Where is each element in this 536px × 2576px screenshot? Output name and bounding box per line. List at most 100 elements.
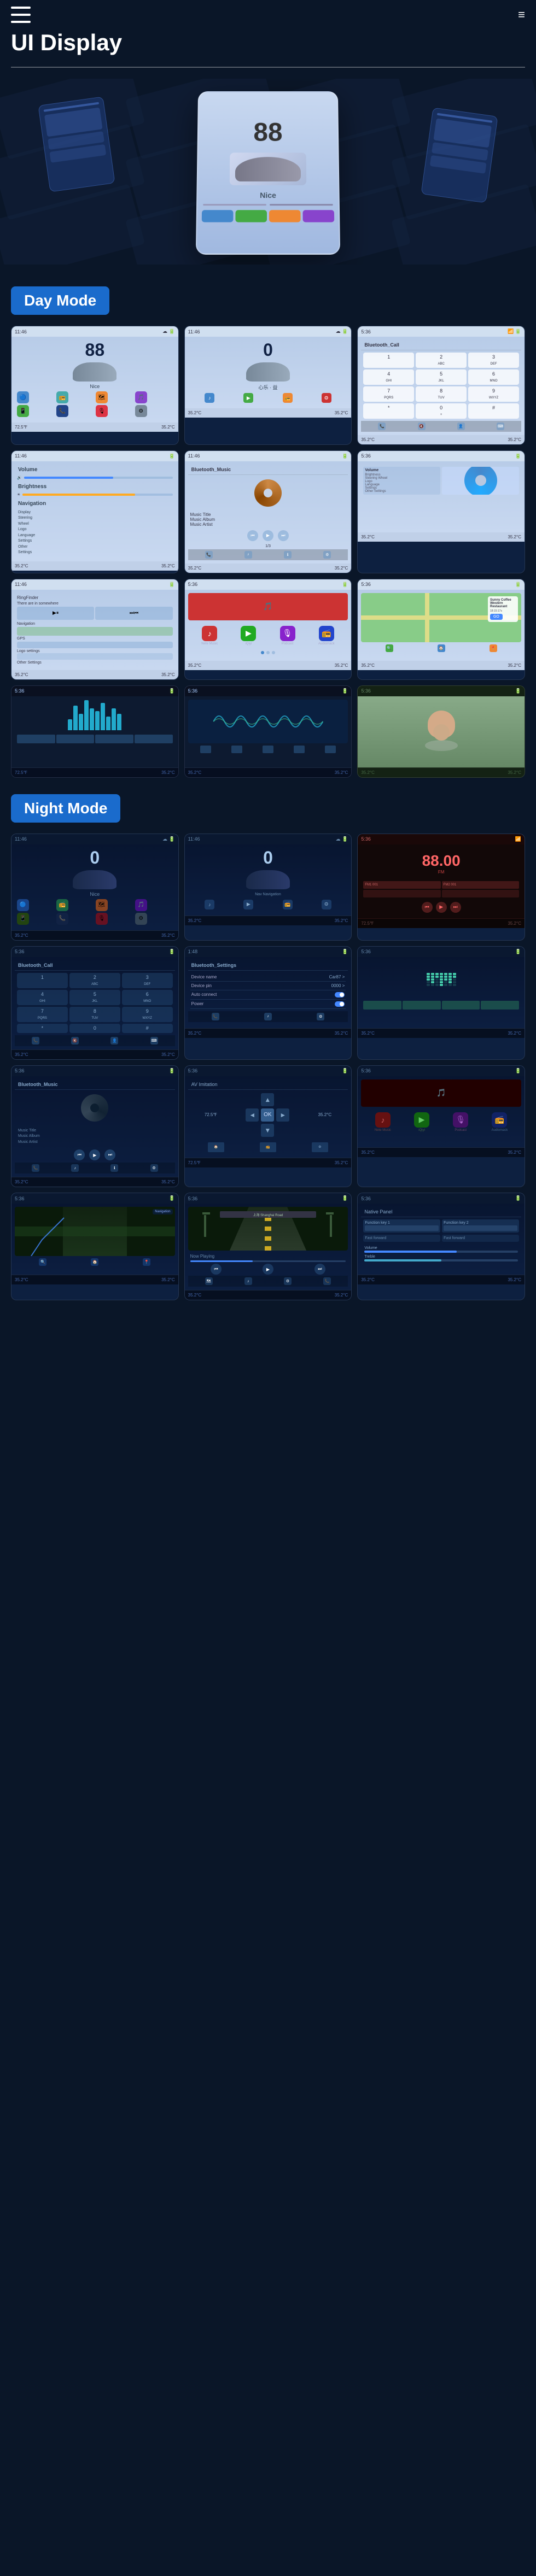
- key-3[interactable]: 3DEF: [468, 353, 519, 368]
- key-9[interactable]: 9WXYZ: [468, 386, 519, 402]
- key-5[interactable]: 5JKL: [416, 369, 467, 385]
- mute-icon[interactable]: 🔇: [71, 1037, 79, 1045]
- route-icon[interactable]: 📍: [143, 1258, 150, 1266]
- brightness-track[interactable]: [22, 494, 172, 496]
- key-4[interactable]: 4GHI: [17, 990, 68, 1005]
- key-star[interactable]: *: [363, 403, 414, 419]
- key-2[interactable]: 2ABC: [69, 973, 120, 988]
- app-icon[interactable]: 📻: [56, 899, 68, 911]
- app-icon[interactable]: 🎵: [135, 391, 147, 403]
- app-icon[interactable]: 🗺: [96, 899, 108, 911]
- app-icon[interactable]: 📱: [17, 913, 29, 925]
- info-icon[interactable]: ℹ: [284, 551, 292, 559]
- auto-connect-toggle[interactable]: [335, 992, 345, 997]
- settings-icon[interactable]: ⚙: [317, 1013, 324, 1020]
- phone-icon[interactable]: 📞: [205, 551, 213, 559]
- waveform-display: [188, 700, 348, 743]
- key-2[interactable]: 2ABC: [416, 353, 467, 368]
- key-8[interactable]: 8TUV: [69, 1007, 120, 1022]
- key-9[interactable]: 9WXYZ: [122, 1007, 173, 1022]
- next-btn[interactable]: ⏭: [314, 1264, 325, 1275]
- key-0[interactable]: 0: [69, 1024, 120, 1033]
- mute-icon[interactable]: 🔇: [418, 423, 426, 430]
- app-icon[interactable]: 📞: [56, 913, 68, 925]
- app-icon[interactable]: ⚙: [135, 405, 147, 417]
- app-icon[interactable]: ⚙: [135, 913, 147, 925]
- key-hash[interactable]: #: [468, 403, 519, 419]
- volume-track[interactable]: [24, 477, 173, 479]
- carplay-app-nete[interactable]: ♪ Nete Music: [364, 1112, 401, 1132]
- info-icon[interactable]: ℹ: [110, 1164, 118, 1172]
- route-icon[interactable]: 📍: [490, 644, 497, 652]
- carplay-app-audio[interactable]: 📻 Audiomack: [308, 626, 345, 646]
- phone-icon[interactable]: 📞: [323, 1277, 331, 1285]
- prev-btn[interactable]: ⏮: [247, 530, 258, 541]
- key-7[interactable]: 7PQRS: [363, 386, 414, 402]
- contacts-icon[interactable]: 👤: [110, 1037, 118, 1045]
- nav-icon[interactable]: ≡: [518, 8, 525, 22]
- app-icon[interactable]: 🗺: [96, 391, 108, 403]
- key-8[interactable]: 8TUV: [416, 386, 467, 402]
- carplay-app-iqiyi[interactable]: ▶ iQiyi: [230, 626, 267, 646]
- music-icon[interactable]: ♪: [244, 551, 252, 559]
- home-icon[interactable]: 🏠: [91, 1258, 98, 1266]
- key-3[interactable]: 3DEF: [122, 973, 173, 988]
- night-bt-call-card: 5:36 🔋 Bluetooth_Call 1 2ABC 3DEF 4GHI 5…: [11, 946, 179, 1060]
- music-icon[interactable]: ♪: [264, 1013, 272, 1020]
- phone-icon[interactable]: 📞: [212, 1013, 219, 1020]
- next-btn[interactable]: ⏭: [278, 530, 289, 541]
- key-1[interactable]: 1: [363, 353, 414, 368]
- key-6[interactable]: 6MNO: [122, 990, 173, 1005]
- carplay-app-podcast[interactable]: 🎙 Podcast: [269, 626, 306, 646]
- key-4[interactable]: 4GHI: [363, 369, 414, 385]
- street-display: 上海 Shanghai Road: [188, 1207, 348, 1251]
- phone-icon[interactable]: 📞: [32, 1164, 39, 1172]
- key-6[interactable]: 6MNO: [468, 369, 519, 385]
- night-panel-sliders: Volume Treble: [361, 1244, 521, 1266]
- key-5[interactable]: 5JKL: [69, 990, 120, 1005]
- key-1[interactable]: 1: [17, 973, 68, 988]
- app-icon[interactable]: 📻: [56, 391, 68, 403]
- music-icon[interactable]: ♪: [244, 1277, 252, 1285]
- next-btn[interactable]: ⏭: [104, 1149, 115, 1160]
- play-btn[interactable]: ▶: [263, 530, 273, 541]
- prev-btn[interactable]: ⏮: [211, 1264, 222, 1275]
- night-radio-card: 5:36 📶 88.00 FM FM1 001 FM2 001 ⏮ ▶ ⏭: [357, 834, 525, 941]
- play-btn[interactable]: ▶: [263, 1264, 273, 1275]
- prev-btn[interactable]: ⏮: [74, 1149, 85, 1160]
- key-hash[interactable]: #: [122, 1024, 173, 1033]
- app-icon[interactable]: 🎵: [135, 899, 147, 911]
- map-icon[interactable]: 🗺: [205, 1277, 213, 1285]
- search-icon[interactable]: 🔍: [386, 644, 393, 652]
- power-toggle[interactable]: [335, 1001, 345, 1007]
- app-icon[interactable]: 🎙: [96, 913, 108, 925]
- app-icon[interactable]: 🔵: [17, 391, 29, 403]
- phone-icon[interactable]: 📞: [378, 423, 386, 430]
- carplay-app-iqiyi[interactable]: ▶ iQiyi: [403, 1112, 440, 1132]
- settings-icon[interactable]: ⚙: [323, 551, 331, 559]
- night-music-home-card: 11:46 ☁ 🔋 0 Nav Navigation ♪ ▶ 📻 ⚙ 35.2°…: [184, 834, 352, 941]
- menu-button[interactable]: [11, 7, 31, 23]
- go-button[interactable]: GO: [490, 614, 503, 620]
- keypad-icon[interactable]: ⌨: [497, 423, 504, 430]
- carplay-app-podcast[interactable]: 🎙 Podcast: [442, 1112, 479, 1132]
- settings-icon[interactable]: ⚙: [284, 1277, 292, 1285]
- music-icon[interactable]: ♪: [71, 1164, 79, 1172]
- phone-icon[interactable]: 📞: [32, 1037, 39, 1045]
- key-7[interactable]: 7PQRS: [17, 1007, 68, 1022]
- key-star[interactable]: *: [17, 1024, 68, 1033]
- settings-icon[interactable]: ⚙: [150, 1164, 158, 1172]
- key-0[interactable]: 0+: [416, 403, 467, 419]
- app-icon[interactable]: 📞: [56, 405, 68, 417]
- app-icon[interactable]: 📱: [17, 405, 29, 417]
- search-icon[interactable]: 🔍: [39, 1258, 46, 1266]
- app-icon[interactable]: 🎙: [96, 405, 108, 417]
- play-btn[interactable]: ▶: [89, 1149, 100, 1160]
- app-icon[interactable]: 🔵: [17, 899, 29, 911]
- home-icon[interactable]: 🏠: [438, 644, 445, 652]
- keypad-icon[interactable]: ⌨: [150, 1037, 158, 1045]
- carplay-app-audio[interactable]: 📻 Audiomack: [481, 1112, 518, 1132]
- carplay-app-nete[interactable]: ♪ Nete Music: [191, 626, 228, 646]
- contacts-icon[interactable]: 👤: [457, 423, 465, 430]
- day-music-label: 心乐 · 益: [188, 384, 348, 391]
